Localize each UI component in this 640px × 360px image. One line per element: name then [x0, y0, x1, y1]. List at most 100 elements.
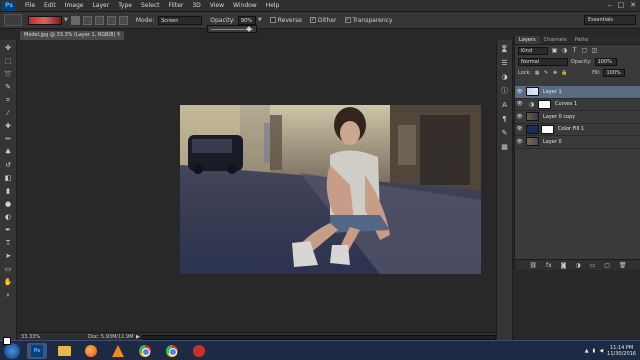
healing-brush-tool-icon[interactable]: ✚	[4, 122, 13, 131]
volume-icon[interactable]: ◀	[599, 348, 603, 354]
character-panel-icon[interactable]: A	[500, 101, 509, 110]
pen-tool-icon[interactable]: ✒	[4, 226, 13, 235]
layer-row-layer-0-copy[interactable]: 👁 Layer 0 copy	[515, 111, 640, 124]
tab-paths[interactable]: Paths	[571, 36, 593, 44]
clock[interactable]: 11:14 PM 11/30/2016	[607, 345, 636, 357]
taskbar-file-explorer[interactable]	[54, 343, 74, 359]
layer-mask-thumbnail[interactable]	[538, 99, 551, 109]
visibility-eye-icon[interactable]: 👁	[515, 114, 524, 120]
history-panel-icon[interactable]: ⌛	[500, 45, 509, 54]
visibility-eye-icon[interactable]: 👁	[515, 126, 524, 132]
maximize-button[interactable]: □	[618, 1, 625, 9]
visibility-eye-icon[interactable]: 👁	[515, 101, 524, 107]
dither-checkbox[interactable]: ✓	[309, 17, 316, 23]
filter-pixel-icon[interactable]: ▣	[551, 47, 558, 54]
new-adjustment-layer-icon[interactable]: ◑	[575, 262, 580, 269]
lock-all-icon[interactable]: 🔒	[561, 70, 567, 76]
layer-name[interactable]: Layer 0	[543, 139, 562, 145]
close-window-button[interactable]: ✕	[630, 1, 636, 9]
blend-mode-select[interactable]: Normal	[518, 57, 568, 66]
menu-view[interactable]: View	[210, 2, 224, 9]
swatches-panel-icon[interactable]: ▦	[500, 143, 509, 152]
filter-adjustment-icon[interactable]: ◑	[561, 47, 568, 54]
eyedropper-tool-icon[interactable]: ⁄	[4, 109, 13, 118]
taskbar-photoshop[interactable]: Ps	[27, 342, 47, 359]
paragraph-panel-icon[interactable]: ¶	[500, 115, 509, 124]
document-tab[interactable]: Model.jpg @ 33.3% (Layer 1, RGB/8) * ×	[20, 31, 124, 40]
info-panel-icon[interactable]: ⓘ	[500, 87, 509, 96]
network-icon[interactable]: ▮	[593, 348, 596, 354]
taskbar-vlc[interactable]	[108, 343, 128, 359]
menu-edit[interactable]: Edit	[44, 2, 56, 9]
clone-stamp-tool-icon[interactable]: ♣	[4, 148, 13, 157]
gradient-tool-preset-picker[interactable]	[4, 14, 22, 26]
layer-name[interactable]: Layer 1	[543, 89, 562, 95]
filter-type-icon[interactable]: T	[571, 47, 578, 54]
menu-3d[interactable]: 3D	[192, 2, 200, 9]
opacity-input[interactable]: 90%	[237, 15, 256, 25]
fill-input[interactable]: 100%	[603, 68, 626, 77]
layer-row-layer-0[interactable]: 👁 Layer 0	[515, 136, 640, 149]
menu-image[interactable]: Image	[65, 2, 84, 9]
menu-filter[interactable]: Filter	[169, 2, 184, 9]
menu-help[interactable]: Help	[266, 2, 280, 9]
diamond-gradient-button[interactable]	[118, 15, 128, 25]
layer-name[interactable]: Color Fill 1	[558, 126, 584, 132]
taskbar-chrome[interactable]	[135, 343, 155, 359]
menu-window[interactable]: Window	[233, 2, 257, 9]
taskbar-app[interactable]	[189, 343, 209, 359]
adjustments-panel-icon[interactable]: ◑	[500, 73, 509, 82]
lock-position-icon[interactable]: ✥	[552, 70, 558, 76]
layer-mask-thumbnail[interactable]	[541, 124, 554, 134]
gradient-editor-swatch[interactable]	[28, 15, 62, 25]
workspace-switcher[interactable]: Essentials	[584, 15, 636, 25]
gradient-tool-icon[interactable]: ▮	[4, 187, 13, 196]
layer-opacity-input[interactable]: 100%	[594, 57, 617, 66]
taskbar-chrome-2[interactable]	[162, 343, 182, 359]
dodge-tool-icon[interactable]: ◐	[4, 213, 13, 222]
canvas-area[interactable]	[18, 40, 498, 332]
layer-name[interactable]: Curves 1	[555, 101, 577, 107]
visibility-eye-icon[interactable]: 👁	[515, 89, 524, 95]
radial-gradient-button[interactable]	[82, 15, 92, 25]
quick-select-tool-icon[interactable]: ✎	[4, 83, 13, 92]
new-layer-icon[interactable]: ▢	[604, 262, 610, 269]
type-tool-icon[interactable]: T	[4, 239, 13, 248]
move-tool-icon[interactable]: ✥	[4, 44, 13, 53]
layer-row-curves-1[interactable]: 👁 ◑ Curves 1	[515, 99, 640, 111]
opacity-slider-thumb[interactable]	[246, 26, 252, 32]
menu-file[interactable]: File	[25, 2, 35, 9]
transparency-option[interactable]: ✓ Transparency	[344, 17, 393, 24]
menu-layer[interactable]: Layer	[92, 2, 109, 9]
opacity-dropdown-icon[interactable]: ▼	[258, 17, 262, 23]
layer-name[interactable]: Layer 0 copy	[543, 114, 575, 120]
filter-shape-icon[interactable]: ▢	[581, 47, 588, 54]
foreground-color-swatch[interactable]	[3, 337, 11, 345]
close-document-icon[interactable]: ×	[117, 31, 121, 40]
chevron-down-icon[interactable]: ▼	[64, 17, 68, 23]
taskbar-firefox[interactable]	[81, 343, 101, 359]
hand-tool-icon[interactable]: ✋	[4, 278, 13, 287]
brush-panel-icon[interactable]: ✎	[500, 129, 509, 138]
history-brush-tool-icon[interactable]: ↺	[4, 161, 13, 170]
dither-option[interactable]: ✓ Dither	[309, 17, 337, 24]
new-group-icon[interactable]: ▭	[590, 262, 596, 269]
canvas-image[interactable]	[180, 105, 481, 274]
shape-tool-icon[interactable]: ▭	[4, 265, 13, 274]
filter-smart-object-icon[interactable]: ◫	[591, 47, 598, 54]
reverse-option[interactable]: Reverse	[269, 17, 302, 24]
brush-tool-icon[interactable]: ✏	[4, 135, 13, 144]
angle-gradient-button[interactable]	[94, 15, 104, 25]
lasso-tool-icon[interactable]: ➰	[4, 70, 13, 79]
marquee-tool-icon[interactable]: ⬚	[4, 57, 13, 66]
show-hidden-icons-icon[interactable]: ▲	[585, 348, 589, 354]
delete-layer-icon[interactable]: 🗑	[619, 262, 627, 269]
minimize-button[interactable]: –	[608, 1, 612, 9]
zoom-tool-icon[interactable]: ⌕	[4, 291, 13, 300]
tab-channels[interactable]: Channels	[540, 36, 571, 44]
add-mask-icon[interactable]: ◙	[561, 262, 567, 269]
lock-transparency-icon[interactable]: ▦	[534, 70, 540, 76]
eraser-tool-icon[interactable]: ◧	[4, 174, 13, 183]
tab-layers[interactable]: Layers	[515, 36, 540, 44]
layer-style-icon[interactable]: fx	[546, 262, 552, 269]
